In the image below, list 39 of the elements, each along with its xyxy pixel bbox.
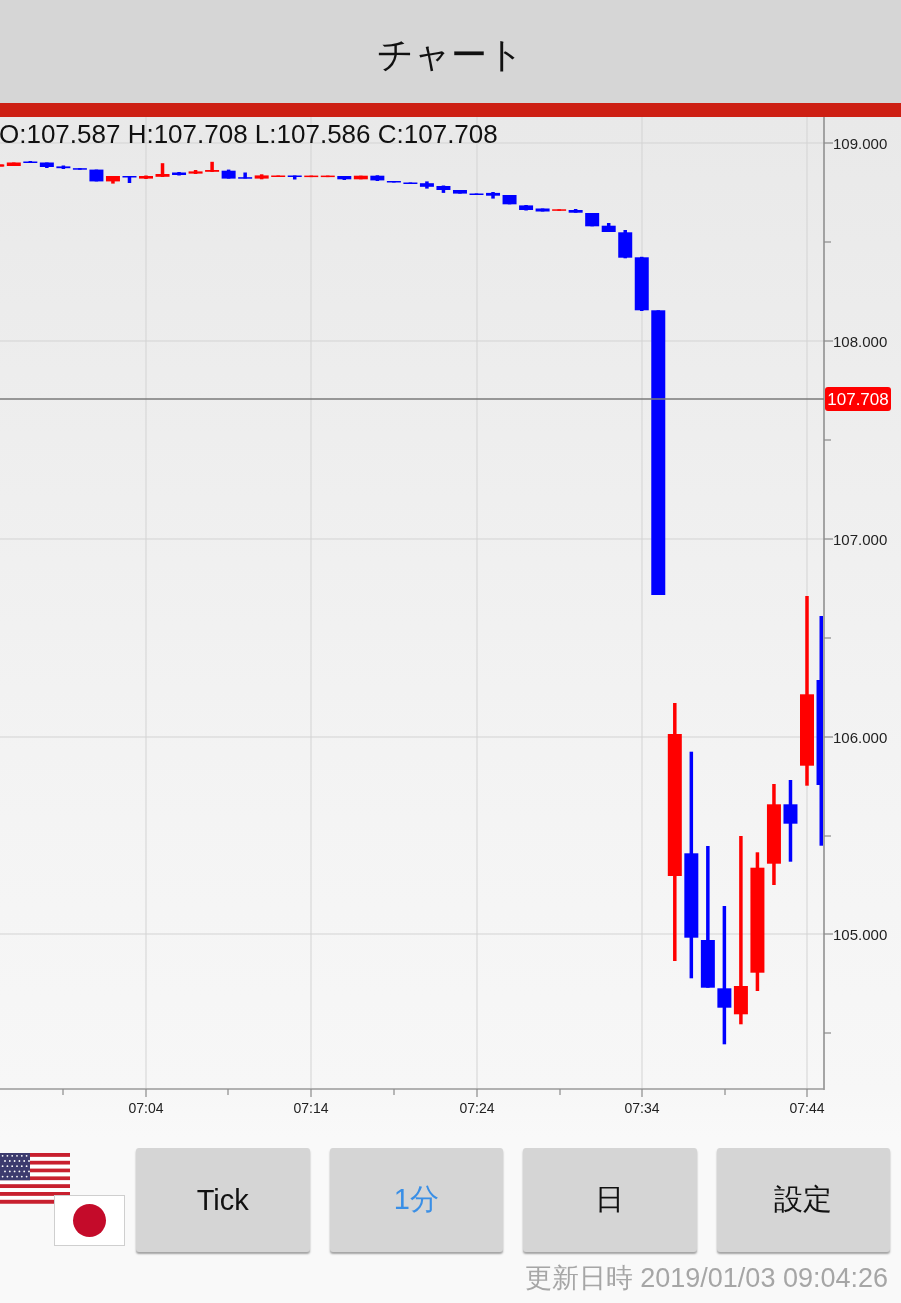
rising-candlestick bbox=[139, 175, 153, 179]
rising-candlestick bbox=[105, 176, 120, 184]
time-axis-label: 07:44 bbox=[789, 1100, 825, 1116]
falling-candlestick bbox=[172, 172, 187, 176]
price-axis-label: 106.000 bbox=[833, 728, 888, 746]
timeframe-button[interactable]: Tick bbox=[136, 1148, 310, 1252]
falling-candlestick bbox=[568, 209, 583, 213]
rising-candlestick bbox=[155, 163, 170, 177]
falling-candlestick bbox=[287, 175, 302, 180]
rising-candlestick bbox=[205, 161, 220, 172]
screen-title: チャート bbox=[377, 33, 524, 77]
falling-candlestick bbox=[89, 169, 104, 182]
falling-candlestick bbox=[453, 190, 467, 194]
time-axis-label: 07:24 bbox=[459, 1100, 495, 1116]
time-axis-label: 07:14 bbox=[293, 1100, 329, 1116]
rising-candlestick bbox=[188, 170, 203, 174]
price-axis-label: 108.000 bbox=[833, 332, 888, 350]
falling-candlestick bbox=[436, 185, 451, 193]
falling-candlestick bbox=[469, 193, 484, 195]
rising-candlestick bbox=[552, 209, 567, 211]
rising-candlestick bbox=[254, 174, 269, 180]
price-axis-label: 105.000 bbox=[833, 925, 888, 943]
ohlc-readout: O:107.587 H:107.708 L:107.586 C:107.708 bbox=[0, 119, 498, 149]
falling-candlestick bbox=[122, 176, 137, 183]
falling-candlestick bbox=[221, 169, 236, 179]
price-axis-label: 107.000 bbox=[833, 530, 888, 548]
falling-candlestick bbox=[502, 195, 517, 205]
price-axis-label: 109.000 bbox=[833, 134, 888, 152]
time-axis-label: 07:04 bbox=[128, 1100, 164, 1116]
falling-candlestick bbox=[238, 172, 253, 179]
current-price-badge: 107.708 bbox=[825, 387, 891, 411]
time-axis-label: 07:34 bbox=[624, 1100, 660, 1116]
flag-pair-icon[interactable] bbox=[0, 1153, 126, 1246]
updated-timestamp: 更新日時 2019/01/03 09:04:26 bbox=[524, 1262, 888, 1294]
falling-candlestick bbox=[337, 176, 352, 180]
settings-button[interactable]: 設定 bbox=[716, 1148, 890, 1252]
rising-candlestick bbox=[271, 175, 286, 177]
rising-candlestick bbox=[353, 175, 368, 180]
timeframe-button[interactable]: 日 bbox=[523, 1148, 697, 1252]
